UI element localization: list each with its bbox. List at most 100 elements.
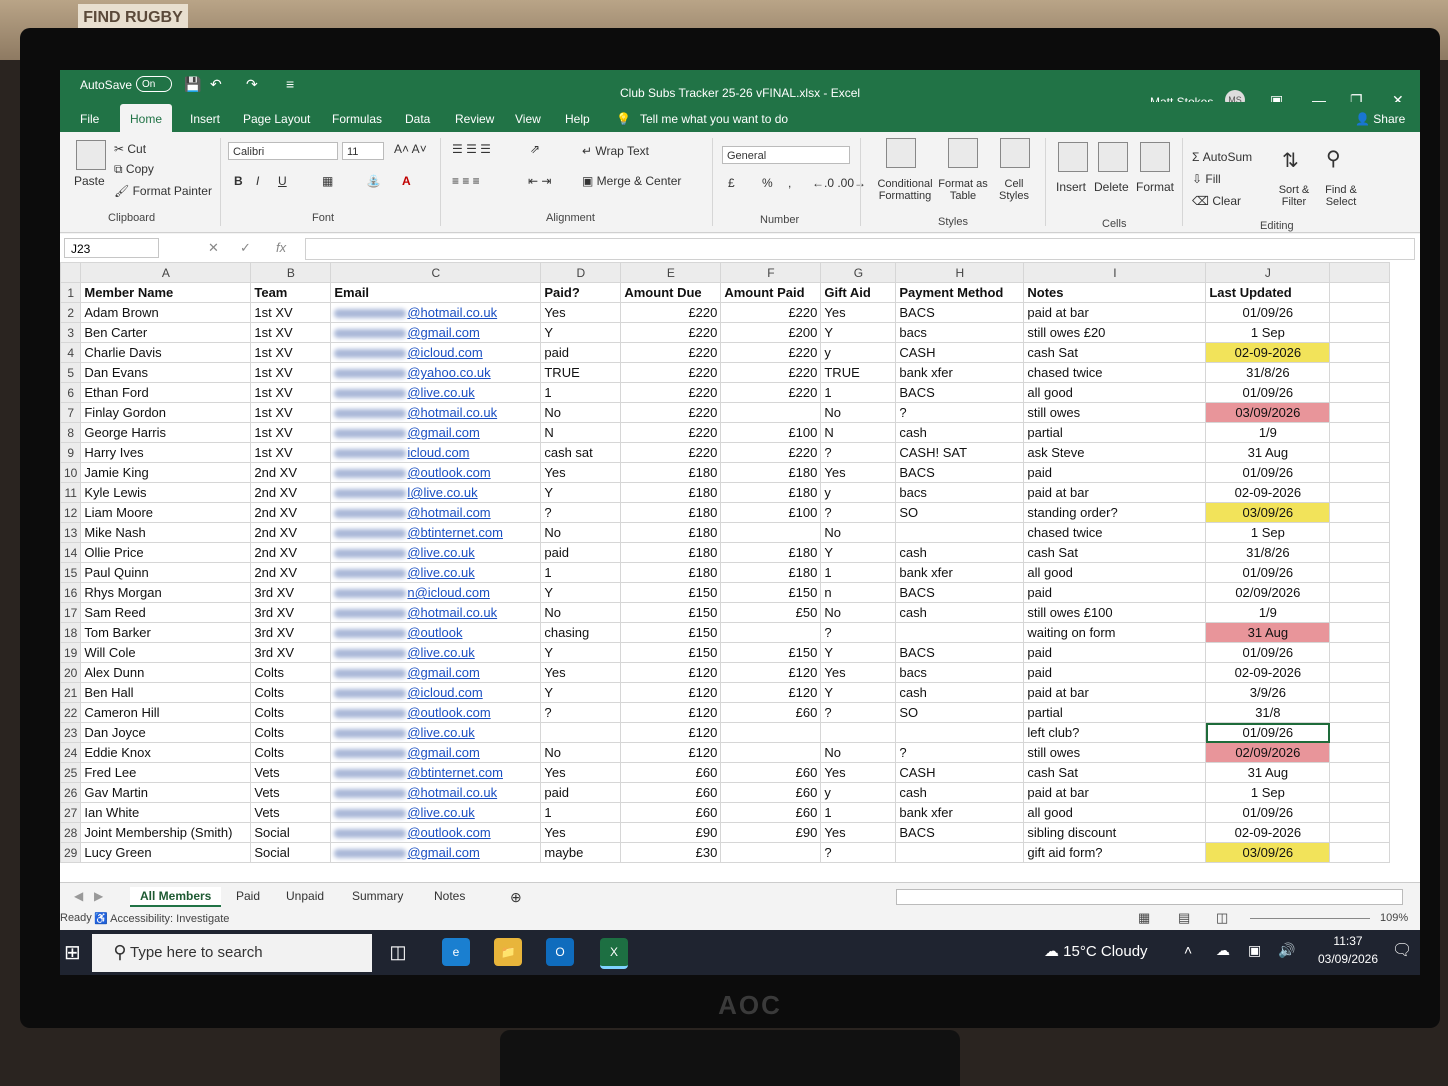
cell-g[interactable]: ? — [820, 622, 897, 643]
header-cell[interactable]: Last Updated — [1205, 282, 1331, 303]
outlook-icon[interactable]: O — [546, 938, 574, 966]
cell-f[interactable]: £100 — [720, 422, 822, 443]
cell-h[interactable]: ? — [895, 742, 1025, 763]
row-header[interactable]: 8 — [60, 422, 82, 443]
cell-h[interactable]: bacs — [895, 322, 1025, 343]
cell-f[interactable]: £120 — [720, 662, 822, 683]
cell-h[interactable]: bank xfer — [895, 362, 1025, 383]
cell-b[interactable]: Social — [250, 822, 332, 843]
cell-i[interactable]: left club? — [1023, 722, 1207, 743]
cell-i[interactable]: still owes £100 — [1023, 602, 1207, 623]
cell-d[interactable]: Y — [540, 482, 622, 503]
cell-b[interactable]: 1st XV — [250, 382, 332, 403]
email-cell[interactable]: @icloud.com — [330, 342, 542, 363]
format-cells-button[interactable]: Format — [1136, 180, 1174, 194]
cell-d[interactable]: No — [540, 602, 622, 623]
cell-a[interactable]: Alex Dunn — [80, 662, 252, 683]
cell-i[interactable]: still owes — [1023, 742, 1207, 763]
row-header[interactable]: 19 — [60, 642, 82, 663]
cell-i[interactable]: partial — [1023, 702, 1207, 723]
cell-b[interactable]: 1st XV — [250, 402, 332, 423]
empty-cell[interactable] — [1329, 302, 1391, 323]
cell-g[interactable]: y — [820, 482, 897, 503]
email-cell[interactable]: n@icloud.com — [330, 582, 542, 603]
cell-i[interactable]: still owes — [1023, 402, 1207, 423]
cell-e[interactable]: £120 — [620, 682, 722, 703]
cell-g[interactable]: ? — [820, 502, 897, 523]
cell-b[interactable]: 1st XV — [250, 322, 332, 343]
number-format-select[interactable]: General — [722, 146, 850, 164]
email-cell[interactable]: @live.co.uk — [330, 802, 542, 823]
column-header[interactable]: F — [720, 262, 822, 283]
row-header[interactable]: 22 — [60, 702, 82, 723]
cell-h[interactable]: cash — [895, 602, 1025, 623]
cell-d[interactable]: TRUE — [540, 362, 622, 383]
cell-h[interactable] — [895, 842, 1025, 863]
row-header[interactable]: 20 — [60, 662, 82, 683]
cell-b[interactable]: Social — [250, 842, 332, 863]
cell-e[interactable]: £220 — [620, 342, 722, 363]
cell-g[interactable] — [820, 722, 897, 743]
normal-view-icon[interactable]: ▦ — [1138, 910, 1150, 926]
empty-cell[interactable] — [1329, 742, 1391, 763]
increase-font-icon[interactable]: A˄ A˅ — [394, 142, 427, 156]
cell-a[interactable]: Gav Martin — [80, 782, 252, 803]
cell-j[interactable]: 01/09/26 — [1205, 642, 1331, 663]
row-header[interactable]: 24 — [60, 742, 82, 763]
header-cell[interactable]: Amount Paid — [720, 282, 822, 303]
cell-a[interactable]: Rhys Morgan — [80, 582, 252, 603]
header-cell[interactable]: Amount Due — [620, 282, 722, 303]
fill-color-icon[interactable]: ⛲ — [366, 174, 381, 188]
cell-h[interactable]: SO — [895, 502, 1025, 523]
cell-g[interactable]: TRUE — [820, 362, 897, 383]
cell-a[interactable]: Tom Barker — [80, 622, 252, 643]
comma-icon[interactable]: , — [788, 176, 791, 190]
cell-a[interactable]: Ollie Price — [80, 542, 252, 563]
email-cell[interactable]: @outlook.com — [330, 702, 542, 723]
cell-g[interactable]: Y — [820, 322, 897, 343]
cell-g[interactable]: y — [820, 342, 897, 363]
cell-j[interactable]: 31/8/26 — [1205, 542, 1331, 563]
row-header[interactable]: 29 — [60, 842, 82, 863]
row-header[interactable]: 10 — [60, 462, 82, 483]
empty-cell[interactable] — [1329, 542, 1391, 563]
empty-cell[interactable] — [1329, 422, 1391, 443]
email-cell[interactable]: @live.co.uk — [330, 722, 542, 743]
tab-home[interactable]: Home — [120, 104, 173, 134]
share-button[interactable]: 👤 Share — [1355, 112, 1405, 126]
cell-e[interactable]: £220 — [620, 402, 722, 423]
cell-i[interactable]: waiting on form — [1023, 622, 1207, 643]
customize-qat-icon[interactable]: ≡ — [286, 76, 294, 92]
format-table-icon[interactable] — [948, 138, 978, 168]
cell-g[interactable]: ? — [820, 842, 897, 863]
cell-b[interactable]: Vets — [250, 782, 332, 803]
cell-f[interactable]: £200 — [720, 322, 822, 343]
cancel-icon[interactable]: ✕ — [208, 240, 219, 256]
row-header[interactable]: 17 — [60, 602, 82, 623]
cell-g[interactable]: y — [820, 782, 897, 803]
tab-review[interactable]: Review — [455, 112, 494, 126]
email-cell[interactable]: @hotmail.co.uk — [330, 302, 542, 323]
header-cell[interactable]: Gift Aid — [820, 282, 897, 303]
cell-h[interactable]: ? — [895, 402, 1025, 423]
excel-icon[interactable]: X — [600, 938, 628, 969]
font-size-select[interactable]: 11 — [342, 142, 384, 160]
row-header[interactable]: 6 — [60, 382, 82, 403]
tab-formulas[interactable]: Formulas — [332, 112, 382, 126]
tab-help[interactable]: Help — [565, 112, 590, 126]
cell-a[interactable]: Sam Reed — [80, 602, 252, 623]
cell-g[interactable]: 1 — [820, 382, 897, 403]
cell-e[interactable]: £180 — [620, 562, 722, 583]
zoom-slider[interactable] — [1250, 918, 1370, 919]
undo-icon[interactable]: ↶ — [210, 76, 222, 93]
email-cell[interactable]: @btinternet.com — [330, 762, 542, 783]
cell-styles-button[interactable]: Cell Styles — [992, 178, 1036, 202]
font-name-select[interactable]: Calibri — [228, 142, 338, 160]
select-all-corner[interactable] — [60, 262, 82, 283]
clear-button[interactable]: ⌫ Clear — [1192, 194, 1241, 208]
cell-g[interactable]: N — [820, 422, 897, 443]
cell-g[interactable]: Yes — [820, 302, 897, 323]
empty-cell[interactable] — [1329, 582, 1391, 603]
email-cell[interactable]: @live.co.uk — [330, 542, 542, 563]
cell-d[interactable]: N — [540, 422, 622, 443]
